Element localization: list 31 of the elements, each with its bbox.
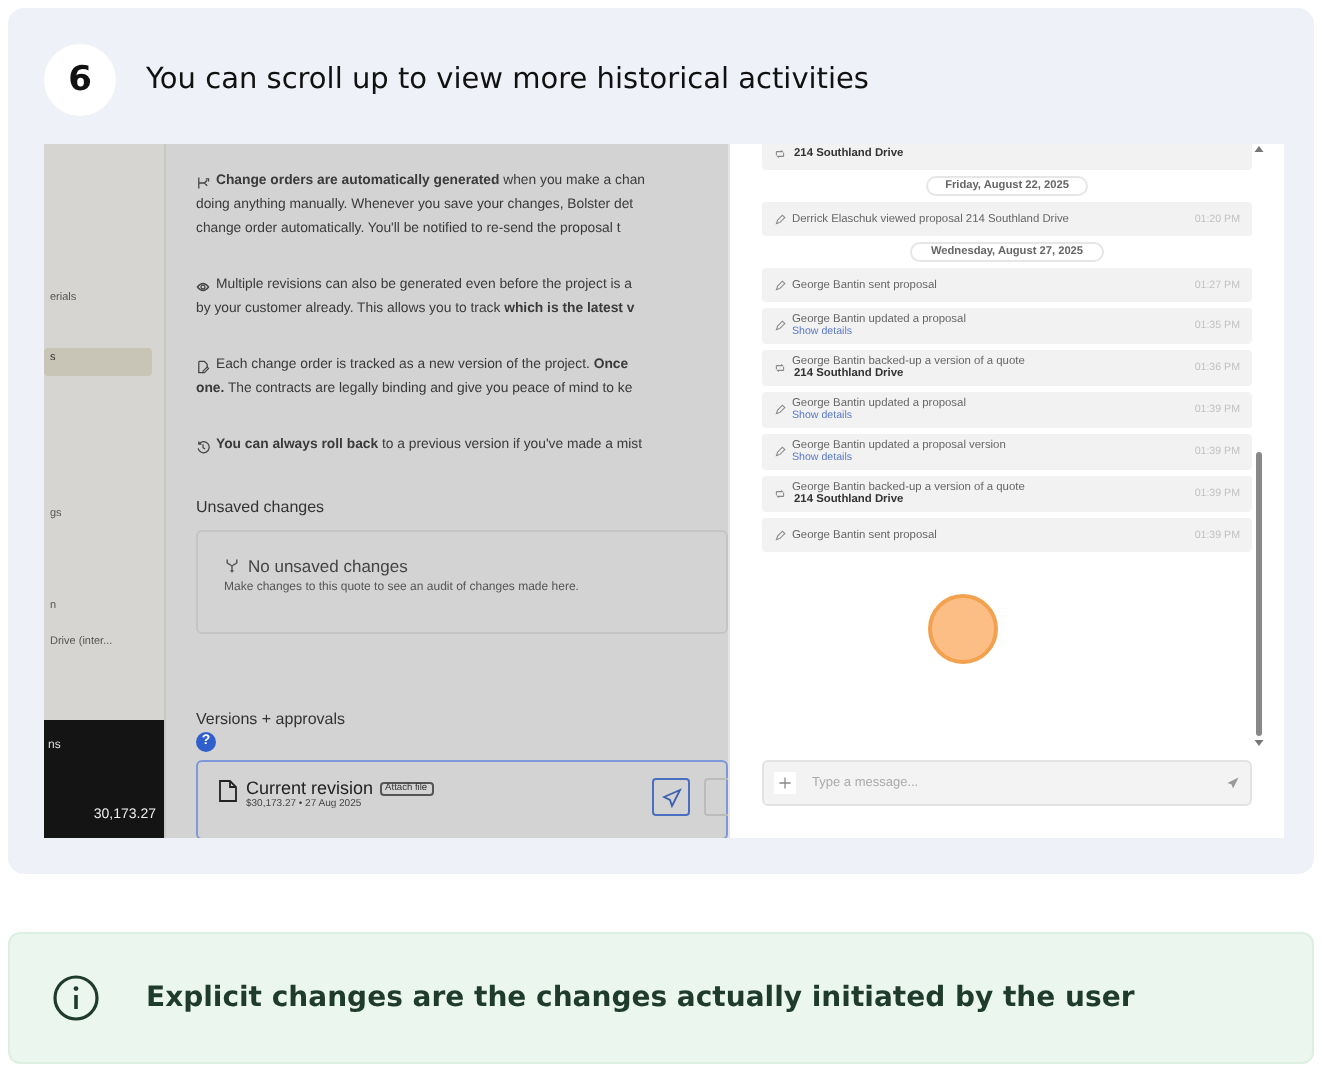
history-icon (196, 439, 210, 453)
send-icon (661, 787, 681, 807)
branch-icon (224, 558, 240, 574)
pencil-icon (774, 529, 786, 541)
document-edit-icon (196, 359, 210, 373)
backup-icon (774, 362, 786, 374)
branch-icon (196, 175, 210, 189)
scroll-thumb[interactable] (1256, 452, 1262, 736)
send-button[interactable] (652, 778, 690, 816)
eye-icon (196, 279, 210, 293)
file-icon (218, 778, 238, 804)
section-heading: Versions + approvals (196, 710, 347, 728)
revision-title: Current revision (246, 778, 374, 798)
pencil-icon (774, 279, 786, 291)
step-number: 6 (44, 44, 116, 116)
step-title: You can scroll up to view more historical activities (146, 64, 869, 96)
add-button[interactable] (774, 772, 796, 794)
tip-text: Explicit changes are the changes actually initiated by the user (146, 982, 1135, 1014)
pencil-icon (774, 404, 786, 416)
info-icon (52, 974, 100, 1022)
backup-icon (774, 488, 786, 500)
empty-state-title: No unsaved changes (248, 556, 408, 576)
backup-icon (774, 147, 786, 159)
pencil-icon (774, 320, 786, 332)
scroll-down-icon[interactable] (1254, 740, 1264, 746)
plus-icon (778, 776, 792, 790)
scroll-up-icon[interactable] (1254, 146, 1264, 152)
pencil-icon (774, 446, 786, 458)
pencil-icon (774, 213, 786, 225)
section-heading: Unsaved changes (196, 498, 327, 516)
send-icon[interactable] (1226, 776, 1240, 790)
